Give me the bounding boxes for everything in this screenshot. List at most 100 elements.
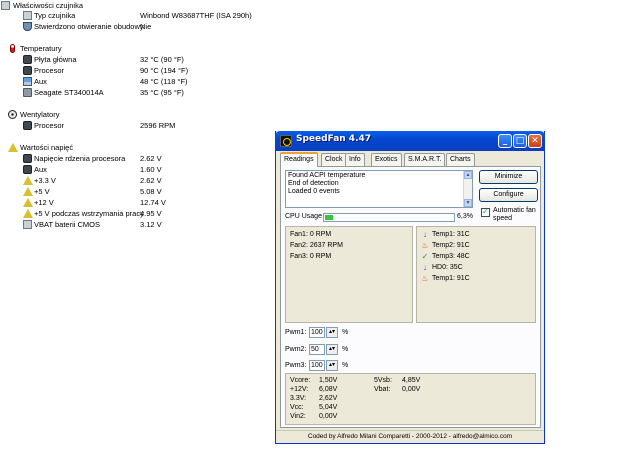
tab-clock[interactable]: Clock [321,153,347,166]
minimize-button[interactable]: Minimize [479,170,538,184]
temps-box: ↓ Temp1: 31C ♨ Temp2: 91C ✓ Temp3: 48C ↓… [416,226,536,323]
temp-reading-text: Temp3: 48C [432,253,470,260]
tree-row-value: 12.74 V [140,198,166,207]
tree-row-label: +3.3 V [34,176,56,185]
title-bar[interactable]: SpeedFan 4.47 _ □ ✕ [275,131,545,151]
voltage-label: Vcc: [290,404,304,411]
tree-row-value: 32 °C (90 °F) [140,55,184,64]
tree-row-value: 48 °C (118 °F) [140,77,188,86]
sensor-type-icon [23,11,32,20]
voltage-value: 1,50V [319,377,338,384]
event-log[interactable]: Found ACPI temperature End of detection … [285,170,473,208]
temp-reading-text: Temp2: 91C [432,242,470,249]
thermometer-icon [10,44,15,53]
minimize-window-button[interactable]: _ [498,134,512,148]
tree-row-label: Procesor [34,121,65,130]
pwm1-spinner-icon[interactable]: ▴▾ [326,327,338,338]
pwm3-spinner-icon[interactable]: ▴▾ [326,360,338,371]
temp-reading-text: HD0: 35C [432,264,463,271]
flame-icon: ♨ [421,274,429,283]
warning-icon [23,198,33,207]
tab-smart[interactable]: S.M.A.R.T. [404,153,446,166]
log-line: Found ACPI temperature [288,172,366,179]
warning-icon [23,187,33,196]
voltage-value: 0,00V [402,386,421,393]
voltage-label: Vbat: [374,386,391,393]
log-scrollbar[interactable]: ▲ ▼ [463,171,472,207]
voltage-value: 4,85V [402,377,421,384]
voltage-value: 0,00V [319,413,338,420]
pwm-label: Pwm1: [285,329,307,336]
status-bar: Coded by Alfredo Milani Comparetti - 200… [276,430,544,442]
auto-fan-label: Automatic fan speed [493,207,536,222]
arrow-down-icon: ↓ [423,263,427,272]
tree-row-label: Typ czujnika [34,11,76,20]
scroll-down-icon[interactable]: ▼ [464,199,472,207]
cpu-usage-fill [325,215,333,220]
fans-box: Fan1: 0 RPM Fan2: 2637 RPM Fan3: 0 RPM [285,226,413,323]
log-line: Loaded 0 events [288,188,340,195]
auto-fan-checkbox[interactable] [481,207,490,217]
cpu-icon [23,154,32,163]
pwm-label: Pwm2: [285,346,307,353]
pwm1-input[interactable]: 100 [309,327,325,338]
tab-exotics[interactable]: Exotics [371,153,402,166]
hard-drive-icon [23,88,32,97]
fan-reading: Fan1: 0 RPM [290,231,332,238]
aux-icon [23,77,32,86]
tree-row-value: 3.12 V [140,220,162,229]
section-label: Temperatury [20,44,62,53]
cpu-icon [23,121,32,130]
speedfan-app-icon[interactable] [280,135,292,147]
section-label: Wartości napięć [20,143,74,152]
tree-row-value: 2596 RPM [140,121,176,130]
flame-icon: ♨ [421,241,429,250]
tab-readings[interactable]: Readings [280,152,318,167]
pwm3-input[interactable]: 100 [309,360,325,371]
pwm-label: Pwm3: [285,362,307,369]
voltage-label: Vin2: [290,413,306,420]
cpu-icon [23,66,32,75]
pwm-unit: % [342,329,349,336]
configure-button[interactable]: Configure [479,188,538,202]
tab-charts[interactable]: Charts [446,153,475,166]
voltage-label: +12V: [290,386,309,393]
section-label: Wentylatory [20,110,60,119]
voltage-label: 3.3V: [290,395,307,402]
fan-icon [8,110,17,119]
tree-row-value: 2.62 V [140,176,162,185]
battery-icon [23,220,32,229]
tree-row-value: 90 °C (194 °F) [140,66,189,75]
fan-reading: Fan3: 0 RPM [290,253,332,260]
tree-row-label: VBAT baterii CMOS [34,220,100,229]
tree-row-value: 5.08 V [140,187,162,196]
tree-row-label: Seagate ST340014A [34,88,104,97]
maximize-window-button[interactable]: □ [513,134,527,148]
pwm-unit: % [342,362,349,369]
tree-row-label: +12 V [34,198,54,207]
warning-icon [23,176,33,185]
cpu-usage-bar [323,213,455,222]
checkmark-icon: ✓ [421,252,429,261]
tree-row-label: Aux [34,165,47,174]
fan-reading: Fan2: 2637 RPM [290,242,343,249]
speedfan-window: SpeedFan 4.47 _ □ ✕ Readings Clock Info … [275,131,545,444]
tree-row-label: Procesor [34,66,65,75]
tree-row-value: 1.60 V [140,165,162,174]
pwm2-input[interactable]: 50 [309,344,325,355]
voltage-value: 6,08V [319,386,338,393]
voltages-box: Vcore: 1,50V +12V: 6,08V 3.3V: 2,62V Vcc… [285,373,536,425]
tree-row-label: +5 V [34,187,50,196]
voltage-label: 5Vsb: [374,377,392,384]
tab-info[interactable]: Info [345,153,365,166]
case-open-icon [23,22,32,31]
voltage-value: 2,62V [319,395,338,402]
motherboard-icon [23,55,32,64]
scroll-up-icon[interactable]: ▲ [464,171,472,179]
pwm2-spinner-icon[interactable]: ▴▾ [326,344,338,355]
arrow-down-icon: ↓ [423,230,427,239]
close-window-button[interactable]: ✕ [528,134,542,148]
sensor-props-icon [1,1,10,10]
tree-row-label: Aux [34,77,47,86]
readings-page: Found ACPI temperature End of detection … [280,166,541,428]
